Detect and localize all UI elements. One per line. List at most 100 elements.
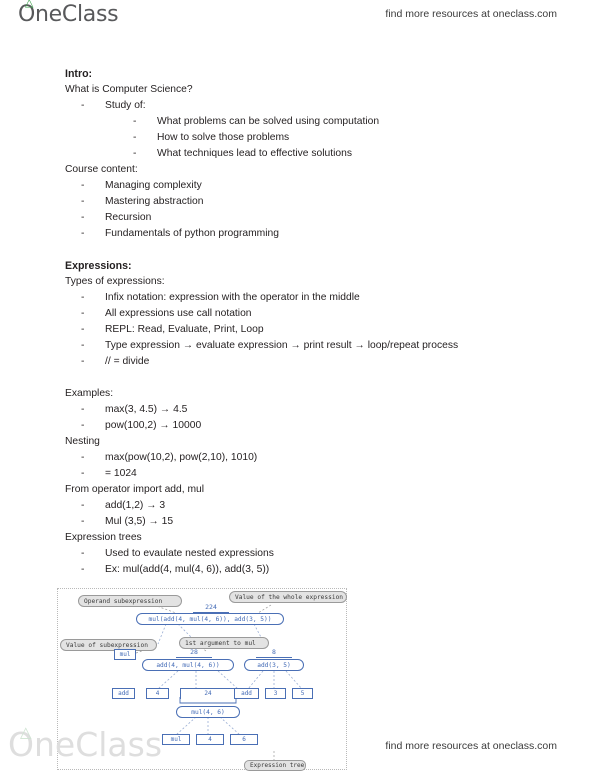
oneclass-watermark-logo: △ OneClass xyxy=(8,723,162,764)
notes-body: Intro: What is Computer Science? - Study … xyxy=(65,66,535,578)
note-line-text: Recursion xyxy=(105,212,152,223)
note-line-text: max(3, 4.5) → 4.5 xyxy=(105,404,188,415)
oneclass-logo: △ OneClass xyxy=(18,0,119,27)
bullet-dash: - xyxy=(81,548,85,559)
note-line: Nesting xyxy=(65,436,100,447)
note-line: Examples: xyxy=(65,388,114,399)
note-line: - Used to evaulate nested expressions xyxy=(65,546,535,562)
node-left-leaf-add: add xyxy=(112,688,135,699)
note-line: - What techniques lead to effective solut… xyxy=(65,146,535,162)
footer-tagline: find more resources at oneclass.com xyxy=(385,740,557,752)
bullet-dash: - xyxy=(81,308,85,319)
callout-value-subexpression: Value of subexpression xyxy=(60,639,157,651)
bullet-dash: - xyxy=(133,116,137,127)
note-line: - What problems can be solved using compu… xyxy=(65,114,535,130)
note-line-text: max(pow(10,2), pow(2,10), 1010) xyxy=(105,452,258,463)
note-line: Types of expressions: xyxy=(65,276,165,287)
node-right-leaf-add: add xyxy=(234,688,259,699)
bullet-dash: - xyxy=(133,148,137,159)
node-mul-operator-box: mul xyxy=(114,649,136,660)
section-heading-intro: Intro: xyxy=(65,68,93,80)
node-left-expression: add(4, mul(4, 6)) xyxy=(142,659,234,671)
bullet-dash: - xyxy=(81,516,85,527)
page-footer: △ OneClass find more resources at onecla… xyxy=(0,723,595,770)
note-line: - Study of: xyxy=(65,98,535,114)
node-root-expression: mul(add(4, mul(4, 6)), add(3, 5)) xyxy=(136,613,284,625)
note-line: - // = divide xyxy=(65,354,535,370)
note-line: - max(pow(10,2), pow(2,10), 1010) xyxy=(65,450,535,466)
bullet-dash: - xyxy=(81,324,85,335)
note-line: - Mul (3,5) → 15 xyxy=(65,514,535,530)
note-line: - Managing complexity xyxy=(65,178,535,194)
header-tagline: find more resources at oneclass.com xyxy=(385,8,557,20)
note-line: - add(1,2) → 3 xyxy=(65,498,535,514)
bullet-dash: - xyxy=(81,228,85,239)
page-header: △ OneClass find more resources at onecla… xyxy=(0,0,595,36)
note-line-text: Type expression → evaluate expression → … xyxy=(105,340,459,351)
bullet-dash: - xyxy=(81,452,85,463)
note-line-text: = 1024 xyxy=(105,468,137,479)
bullet-dash: - xyxy=(81,100,85,111)
bullet-dash: - xyxy=(81,180,85,191)
node-right-leaf-5: 5 xyxy=(292,688,313,699)
note-line-text: // = divide xyxy=(105,356,150,367)
note-line-text: Ex: mul(add(4, mul(4, 6)), add(3, 5)) xyxy=(105,564,270,575)
note-line-text: Mastering abstraction xyxy=(105,196,204,207)
leaf-icon: △ xyxy=(25,0,34,9)
note-line: - Mastering abstraction xyxy=(65,194,535,210)
bullet-dash: - xyxy=(81,292,85,303)
note-line-text: All expressions use call notation xyxy=(105,308,252,319)
note-line-text: Managing complexity xyxy=(105,180,202,191)
note-line-text: What problems can be solved using comput… xyxy=(157,116,380,127)
note-line-text: What techniques lead to effective soluti… xyxy=(157,148,352,159)
node-left-value: 28 xyxy=(176,648,212,658)
note-line: - = 1024 xyxy=(65,466,535,482)
bullet-dash: - xyxy=(81,420,85,431)
note-line: - Fundamentals of python programming xyxy=(65,226,535,242)
node-right-leaf-3: 3 xyxy=(265,688,286,699)
node-left-leaf-24: 24 xyxy=(180,688,236,699)
node-root-value: 224 xyxy=(193,603,229,613)
bullet-dash: - xyxy=(81,196,85,207)
node-left-leaf-4: 4 xyxy=(146,688,169,699)
note-line-blank xyxy=(65,370,535,386)
node-right-expression: add(3, 5) xyxy=(244,659,304,671)
note-line-text: Mul (3,5) → 15 xyxy=(105,516,174,527)
node-inner-expression: mul(4, 6) xyxy=(176,706,240,718)
bullet-dash: - xyxy=(81,468,85,479)
note-line-text: Study of: xyxy=(105,100,146,111)
note-line: From operator import add, mul xyxy=(65,484,205,495)
note-line-text: Used to evaulate nested expressions xyxy=(105,548,274,559)
note-line-text: Fundamentals of python programming xyxy=(105,228,279,239)
note-line: - All expressions use call notation xyxy=(65,306,535,322)
note-line: - Ex: mul(add(4, mul(4, 6)), add(3, 5)) xyxy=(65,562,535,578)
bullet-dash: - xyxy=(81,340,85,351)
note-line: - max(3, 4.5) → 4.5 xyxy=(65,402,535,418)
bullet-dash: - xyxy=(81,564,85,575)
section-heading-expressions: Expressions: xyxy=(65,260,132,272)
note-line: - How to solve those problems xyxy=(65,130,535,146)
note-line: Expression trees xyxy=(65,532,142,543)
note-line: Course content: xyxy=(65,164,138,175)
node-right-value: 8 xyxy=(256,648,292,658)
bullet-dash: - xyxy=(81,212,85,223)
note-line: - Infix notation: expression with the ope… xyxy=(65,290,535,306)
note-line: - REPL: Read, Evaluate, Print, Loop xyxy=(65,322,535,338)
note-line-text: pow(100,2) → 10000 xyxy=(105,420,202,431)
note-line-text: Infix notation: expression with the oper… xyxy=(105,292,360,303)
note-line-text: REPL: Read, Evaluate, Print, Loop xyxy=(105,324,264,335)
leaf-icon: △ xyxy=(20,723,32,741)
bullet-dash: - xyxy=(81,500,85,511)
callout-operand-subexpression: Operand subexpression xyxy=(78,595,182,607)
note-line-text: add(1,2) → 3 xyxy=(105,500,166,511)
note-line: - Type expression → evaluate expression →… xyxy=(65,338,535,354)
bullet-dash: - xyxy=(81,356,85,367)
bullet-dash: - xyxy=(81,404,85,415)
callout-value-whole-expression: Value of the whole expression xyxy=(229,591,347,603)
note-line: - pow(100,2) → 10000 xyxy=(65,418,535,434)
note-line: - Recursion xyxy=(65,210,535,226)
note-line: What is Computer Science? xyxy=(65,84,193,95)
note-line-text: How to solve those problems xyxy=(157,132,290,143)
bullet-dash: - xyxy=(133,132,137,143)
